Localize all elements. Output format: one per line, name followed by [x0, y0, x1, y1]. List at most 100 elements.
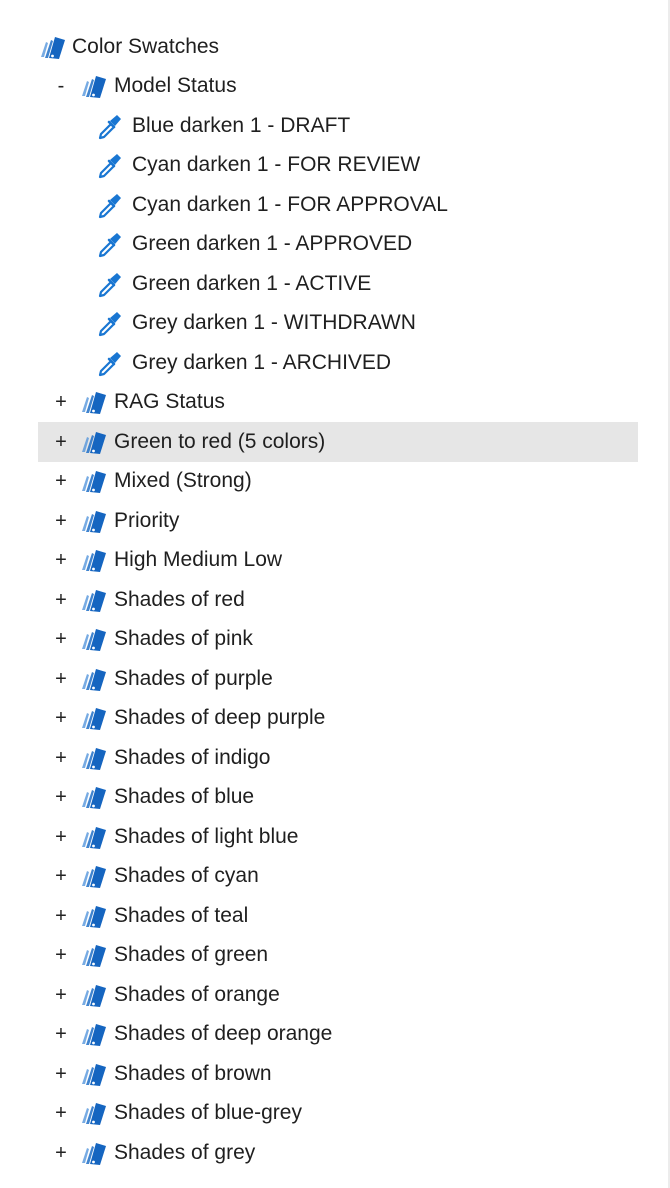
swatch-tree: Color Swatches - Model Status Blue darken … [0, 27, 668, 1173]
swatch-item-green-darken-1-active[interactable]: Green darken 1 - ACTIVE [0, 264, 668, 304]
expand-toggle[interactable]: + [50, 985, 72, 1005]
tree-group-shades-of-light-blue[interactable]: + Shades of light blue [0, 817, 668, 857]
tree-root-color-swatches[interactable]: Color Swatches [0, 27, 668, 67]
tree-group-model-status[interactable]: - Model Status [0, 67, 668, 107]
collapse-toggle[interactable]: - [50, 76, 72, 96]
swatch-label: Blue darken 1 - DRAFT [132, 113, 351, 137]
tree-group-label: Shades of red [114, 587, 245, 611]
palette-icon [79, 72, 107, 100]
tree-group-label: Shades of green [114, 943, 269, 967]
expand-toggle[interactable]: + [50, 1103, 72, 1123]
tree-group-label: Shades of blue [114, 785, 255, 809]
swatch-item-cyan-darken-1-for-approval[interactable]: Cyan darken 1 - FOR APPROVAL [0, 185, 668, 225]
tree-group-label: Shades of deep orange [114, 1022, 333, 1046]
tree-group-shades-of-orange[interactable]: + Shades of orange [0, 975, 668, 1015]
expand-toggle[interactable]: + [50, 866, 72, 886]
expand-toggle[interactable]: + [50, 1143, 72, 1163]
palette-icon [79, 546, 107, 574]
tree-group-label: Shades of purple [114, 666, 273, 690]
eyedropper-icon [95, 270, 123, 298]
expand-toggle[interactable]: + [50, 945, 72, 965]
eyedropper-icon [95, 230, 123, 258]
palette-icon [79, 1139, 107, 1167]
tree-group-label: Shades of brown [114, 1061, 272, 1085]
eyedropper-icon [95, 309, 123, 337]
eyedropper-icon [95, 191, 123, 219]
tree-group-shades-of-grey[interactable]: + Shades of grey [0, 1133, 668, 1173]
tree-group-shades-of-teal[interactable]: + Shades of teal [0, 896, 668, 936]
expand-toggle[interactable]: + [50, 787, 72, 807]
expand-toggle[interactable]: + [50, 1024, 72, 1044]
tree-group-shades-of-blue-grey[interactable]: + Shades of blue-grey [0, 1094, 668, 1134]
swatch-item-green-darken-1-approved[interactable]: Green darken 1 - APPROVED [0, 225, 668, 265]
tree-group-shades-of-indigo[interactable]: + Shades of indigo [0, 738, 668, 778]
palette-icon [79, 941, 107, 969]
expand-toggle[interactable]: + [50, 432, 72, 452]
tree-group-label: Green to red (5 colors) [114, 429, 326, 453]
tree-root-label: Color Swatches [72, 34, 220, 58]
palette-icon [79, 783, 107, 811]
palette-icon [79, 823, 107, 851]
tree-group-label: Shades of grey [114, 1140, 256, 1164]
palette-icon [79, 467, 107, 495]
expand-toggle[interactable]: + [50, 511, 72, 531]
tree-group-label: Shades of deep purple [114, 706, 326, 730]
palette-icon [79, 744, 107, 772]
expand-toggle[interactable]: + [50, 669, 72, 689]
palette-icon [79, 586, 107, 614]
swatch-label: Cyan darken 1 - FOR APPROVAL [132, 192, 448, 216]
tree-group-shades-of-cyan[interactable]: + Shades of cyan [0, 857, 668, 897]
palette-icon [79, 507, 107, 535]
tree-group-shades-of-blue[interactable]: + Shades of blue [0, 778, 668, 818]
swatch-label: Green darken 1 - ACTIVE [132, 271, 372, 295]
palette-icon [79, 704, 107, 732]
expand-toggle[interactable]: + [50, 590, 72, 610]
palette-icon [79, 902, 107, 930]
tree-group-shades-of-pink[interactable]: + Shades of pink [0, 620, 668, 660]
tree-group-shades-of-red[interactable]: + Shades of red [0, 580, 668, 620]
swatch-item-grey-darken-1-withdrawn[interactable]: Grey darken 1 - WITHDRAWN [0, 304, 668, 344]
swatch-label: Grey darken 1 - ARCHIVED [132, 350, 392, 374]
tree-group-priority[interactable]: + Priority [0, 501, 668, 541]
expand-toggle[interactable]: + [50, 392, 72, 412]
tree-group-shades-of-deep-orange[interactable]: + Shades of deep orange [0, 1015, 668, 1055]
palette-icon [79, 625, 107, 653]
tree-group-label: Shades of light blue [114, 824, 299, 848]
tree-group-rag-status[interactable]: + RAG Status [0, 383, 668, 423]
tree-group-label: Mixed (Strong) [114, 469, 252, 493]
tree-group-label: High Medium Low [114, 548, 283, 572]
tree-group-shades-of-green[interactable]: + Shades of green [0, 936, 668, 976]
expand-toggle[interactable]: + [50, 827, 72, 847]
eyedropper-icon [95, 349, 123, 377]
expand-toggle[interactable]: + [50, 906, 72, 926]
tree-group-shades-of-purple[interactable]: + Shades of purple [0, 659, 668, 699]
expand-toggle[interactable]: + [50, 550, 72, 570]
palette-icon [79, 1060, 107, 1088]
palette-icon [79, 981, 107, 1009]
tree-group-label: Shades of cyan [114, 864, 259, 888]
tree-group-shades-of-deep-purple[interactable]: + Shades of deep purple [0, 699, 668, 739]
tree-group-label: Shades of blue-grey [114, 1101, 302, 1125]
expand-toggle[interactable]: + [50, 708, 72, 728]
swatch-item-cyan-darken-1-for-review[interactable]: Cyan darken 1 - FOR REVIEW [0, 146, 668, 186]
expand-toggle[interactable]: + [50, 1064, 72, 1084]
tree-group-label: Shades of teal [114, 903, 249, 927]
eyedropper-icon [95, 151, 123, 179]
swatch-label: Green darken 1 - APPROVED [132, 232, 413, 256]
tree-group-label: Model Status [114, 74, 237, 98]
expand-toggle[interactable]: + [50, 471, 72, 491]
eyedropper-icon [95, 112, 123, 140]
swatch-item-blue-darken-1-draft[interactable]: Blue darken 1 - DRAFT [0, 106, 668, 146]
tree-group-green-to-red-5-colors[interactable]: + Green to red (5 colors) [0, 422, 668, 462]
palette-icon [79, 862, 107, 890]
expand-toggle[interactable]: + [50, 629, 72, 649]
palette-icon [79, 665, 107, 693]
swatch-item-grey-darken-1-archived[interactable]: Grey darken 1 - ARCHIVED [0, 343, 668, 383]
tree-group-high-medium-low[interactable]: + High Medium Low [0, 541, 668, 581]
palette-icon [79, 428, 107, 456]
tree-group-shades-of-brown[interactable]: + Shades of brown [0, 1054, 668, 1094]
tree-group-mixed-strong[interactable]: + Mixed (Strong) [0, 462, 668, 502]
palette-icon [79, 1020, 107, 1048]
tree-group-label: Shades of orange [114, 982, 280, 1006]
expand-toggle[interactable]: + [50, 748, 72, 768]
